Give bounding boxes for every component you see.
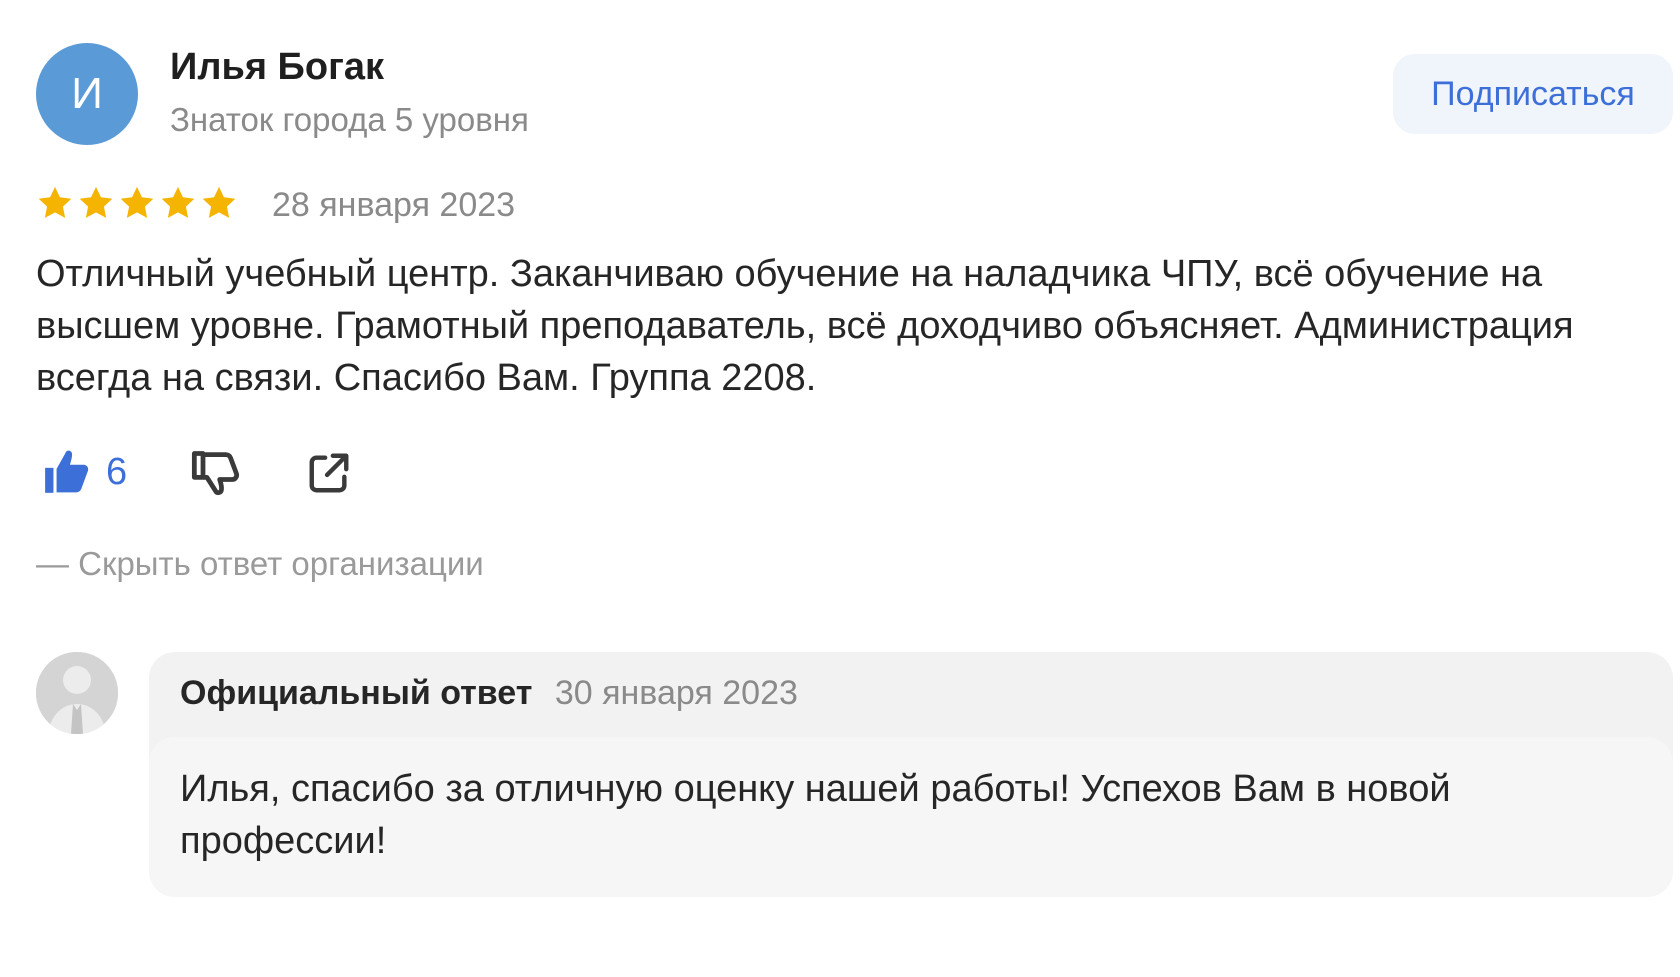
thumbs-up-icon	[45, 450, 89, 493]
share-button[interactable]	[306, 450, 352, 501]
reply-text: Илья, спасибо за отличную оценку нашей р…	[180, 768, 1451, 862]
thumbs-down-icon	[191, 451, 240, 496]
like-count: 6	[106, 450, 128, 493]
author-level: Знаток города 5 уровня	[170, 101, 529, 138]
hide-reply-link[interactable]: — Скрыть ответ организации	[36, 545, 484, 583]
organization-avatar	[36, 652, 118, 734]
star-icon	[79, 186, 113, 218]
review-text: Отличный учебный центр. Заканчиваю обуче…	[36, 253, 1574, 399]
dislike-button[interactable]	[190, 447, 242, 504]
reply-body: Илья, спасибо за отличную оценку нашей р…	[149, 737, 1673, 897]
share-icon	[309, 453, 349, 493]
subscribe-button[interactable]: Подписаться	[1393, 54, 1673, 134]
star-icon	[38, 186, 72, 218]
official-reply: Официальный ответ 30 января 2023 Илья, с…	[149, 652, 1673, 897]
reply-date: 30 января 2023	[554, 674, 798, 712]
author-initial: И	[71, 69, 103, 118]
star-icon	[120, 186, 154, 218]
reply-header: Официальный ответ 30 января 2023	[180, 674, 798, 713]
author-name[interactable]: Илья Богак	[170, 46, 384, 89]
star-icon	[161, 186, 195, 218]
rating-stars	[36, 184, 238, 222]
person-silhouette-icon	[36, 652, 118, 734]
reply-title: Официальный ответ	[180, 674, 533, 712]
like-button[interactable]: 6	[42, 447, 127, 497]
review-date: 28 января 2023	[272, 186, 516, 224]
review-card: И Илья Богак Знаток города 5 уровня Подп…	[0, 0, 1680, 977]
author-avatar[interactable]: И	[36, 43, 138, 145]
star-icon	[202, 186, 236, 218]
